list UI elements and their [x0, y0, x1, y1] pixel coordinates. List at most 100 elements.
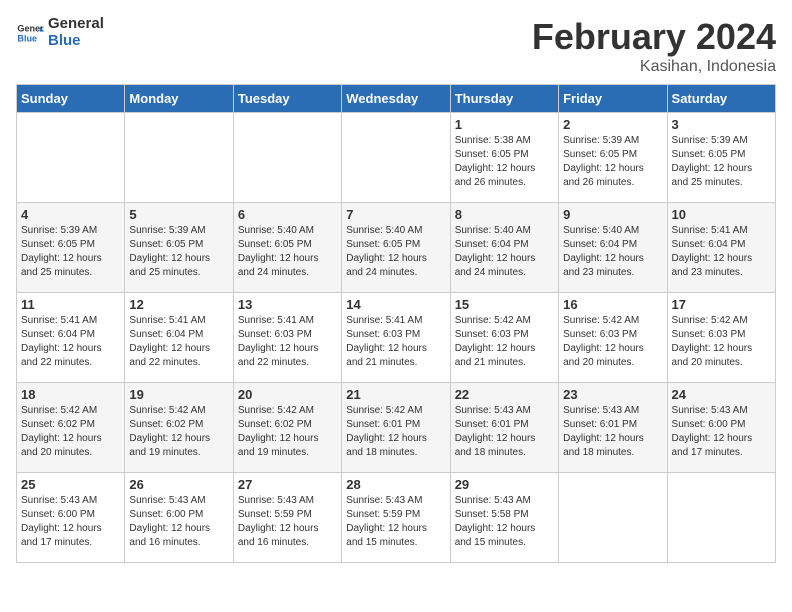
day-number: 26 [129, 477, 228, 492]
calendar-cell: 2Sunrise: 5:39 AM Sunset: 6:05 PM Daylig… [559, 113, 667, 203]
calendar-cell [233, 113, 341, 203]
day-number: 19 [129, 387, 228, 402]
day-info: Sunrise: 5:39 AM Sunset: 6:05 PM Dayligh… [21, 224, 120, 280]
day-info: Sunrise: 5:39 AM Sunset: 6:05 PM Dayligh… [129, 224, 228, 280]
day-info: Sunrise: 5:43 AM Sunset: 6:00 PM Dayligh… [672, 404, 771, 460]
day-info: Sunrise: 5:42 AM Sunset: 6:02 PM Dayligh… [21, 404, 120, 460]
calendar-cell: 15Sunrise: 5:42 AM Sunset: 6:03 PM Dayli… [450, 293, 558, 383]
calendar-cell: 10Sunrise: 5:41 AM Sunset: 6:04 PM Dayli… [667, 203, 775, 293]
day-number: 20 [238, 387, 337, 402]
calendar-cell: 27Sunrise: 5:43 AM Sunset: 5:59 PM Dayli… [233, 473, 341, 563]
weekday-header-wednesday: Wednesday [342, 85, 450, 113]
day-info: Sunrise: 5:43 AM Sunset: 6:01 PM Dayligh… [455, 404, 554, 460]
day-info: Sunrise: 5:43 AM Sunset: 6:00 PM Dayligh… [129, 494, 228, 550]
day-number: 3 [672, 117, 771, 132]
calendar-week-4: 18 Sunrise: 5:42 AM Sunset: 6:02 PM Dayli… [17, 383, 776, 473]
calendar-cell: 14Sunrise: 5:41 AM Sunset: 6:03 PM Dayli… [342, 293, 450, 383]
day-info: Sunrise: 5:39 AM Sunset: 6:05 PM Dayligh… [563, 134, 662, 190]
day-info: Sunrise: 5:40 AM Sunset: 6:04 PM Dayligh… [563, 224, 662, 280]
day-number: 11 [21, 297, 120, 312]
calendar-cell: 12 Sunrise: 5:41 AM Sunset: 6:04 PM Dayli… [125, 293, 233, 383]
day-number: 28 [346, 477, 445, 492]
calendar-cell: 26 Sunrise: 5:43 AM Sunset: 6:00 PM Dayli… [125, 473, 233, 563]
day-number: 7 [346, 207, 445, 222]
day-info: Sunrise: 5:40 AM Sunset: 6:05 PM Dayligh… [238, 224, 337, 280]
calendar-cell: 8 Sunrise: 5:40 AM Sunset: 6:04 PM Daylig… [450, 203, 558, 293]
logo: General Blue General Blue [16, 16, 104, 49]
calendar-week-5: 25Sunrise: 5:43 AM Sunset: 6:00 PM Dayli… [17, 473, 776, 563]
day-number: 24 [672, 387, 771, 402]
day-info: Sunrise: 5:41 AM Sunset: 6:04 PM Dayligh… [129, 314, 228, 370]
day-info: Sunrise: 5:42 AM Sunset: 6:02 PM Dayligh… [129, 404, 228, 460]
day-info: Sunrise: 5:40 AM Sunset: 6:05 PM Dayligh… [346, 224, 445, 280]
calendar-cell: 11 Sunrise: 5:41 AM Sunset: 6:04 PM Dayli… [17, 293, 125, 383]
weekday-header-sunday: Sunday [17, 85, 125, 113]
calendar-cell [559, 473, 667, 563]
weekday-header-tuesday: Tuesday [233, 85, 341, 113]
calendar-cell: 29Sunrise: 5:43 AM Sunset: 5:58 PM Dayli… [450, 473, 558, 563]
day-info: Sunrise: 5:43 AM Sunset: 5:59 PM Dayligh… [238, 494, 337, 550]
calendar-cell: 22Sunrise: 5:43 AM Sunset: 6:01 PM Dayli… [450, 383, 558, 473]
calendar-cell: 19 Sunrise: 5:42 AM Sunset: 6:02 PM Dayli… [125, 383, 233, 473]
day-info: Sunrise: 5:43 AM Sunset: 6:00 PM Dayligh… [21, 494, 120, 550]
day-info: Sunrise: 5:42 AM Sunset: 6:01 PM Dayligh… [346, 404, 445, 460]
calendar-cell: 16 Sunrise: 5:42 AM Sunset: 6:03 PM Dayli… [559, 293, 667, 383]
day-number: 21 [346, 387, 445, 402]
day-number: 16 [563, 297, 662, 312]
calendar-cell: 23 Sunrise: 5:43 AM Sunset: 6:01 PM Dayli… [559, 383, 667, 473]
day-info: Sunrise: 5:40 AM Sunset: 6:04 PM Dayligh… [455, 224, 554, 280]
logo-line2: Blue [48, 33, 104, 50]
day-info: Sunrise: 5:43 AM Sunset: 5:59 PM Dayligh… [346, 494, 445, 550]
calendar-cell: 9 Sunrise: 5:40 AM Sunset: 6:04 PM Daylig… [559, 203, 667, 293]
calendar-cell: 20 Sunrise: 5:42 AM Sunset: 6:02 PM Dayli… [233, 383, 341, 473]
logo-line1: General [48, 16, 104, 33]
calendar-header-row: SundayMondayTuesdayWednesdayThursdayFrid… [17, 85, 776, 113]
day-number: 9 [563, 207, 662, 222]
day-number: 13 [238, 297, 337, 312]
title-area: February 2024 Kasihan, Indonesia [532, 16, 776, 76]
calendar-cell: 5Sunrise: 5:39 AM Sunset: 6:05 PM Daylig… [125, 203, 233, 293]
calendar-cell: 18 Sunrise: 5:42 AM Sunset: 6:02 PM Dayli… [17, 383, 125, 473]
day-info: Sunrise: 5:38 AM Sunset: 6:05 PM Dayligh… [455, 134, 554, 190]
day-info: Sunrise: 5:41 AM Sunset: 6:04 PM Dayligh… [672, 224, 771, 280]
calendar-cell: 6Sunrise: 5:40 AM Sunset: 6:05 PM Daylig… [233, 203, 341, 293]
calendar-cell: 21 Sunrise: 5:42 AM Sunset: 6:01 PM Dayli… [342, 383, 450, 473]
day-number: 18 [21, 387, 120, 402]
day-info: Sunrise: 5:41 AM Sunset: 6:04 PM Dayligh… [21, 314, 120, 370]
day-info: Sunrise: 5:42 AM Sunset: 6:03 PM Dayligh… [563, 314, 662, 370]
weekday-header-friday: Friday [559, 85, 667, 113]
day-number: 23 [563, 387, 662, 402]
calendar-cell [667, 473, 775, 563]
month-year: February 2024 [532, 16, 776, 58]
calendar-week-2: 4 Sunrise: 5:39 AM Sunset: 6:05 PM Daylig… [17, 203, 776, 293]
calendar-week-1: 1 Sunrise: 5:38 AM Sunset: 6:05 PM Daylig… [17, 113, 776, 203]
day-info: Sunrise: 5:42 AM Sunset: 6:02 PM Dayligh… [238, 404, 337, 460]
day-info: Sunrise: 5:42 AM Sunset: 6:03 PM Dayligh… [455, 314, 554, 370]
calendar-cell: 1 Sunrise: 5:38 AM Sunset: 6:05 PM Daylig… [450, 113, 558, 203]
calendar-cell: 24 Sunrise: 5:43 AM Sunset: 6:00 PM Dayli… [667, 383, 775, 473]
calendar-cell [17, 113, 125, 203]
calendar-cell: 3 Sunrise: 5:39 AM Sunset: 6:05 PM Daylig… [667, 113, 775, 203]
weekday-header-monday: Monday [125, 85, 233, 113]
header: General Blue General Blue February 2024 … [16, 16, 776, 76]
day-info: Sunrise: 5:42 AM Sunset: 6:03 PM Dayligh… [672, 314, 771, 370]
svg-text:Blue: Blue [17, 33, 37, 43]
calendar-cell: 25Sunrise: 5:43 AM Sunset: 6:00 PM Dayli… [17, 473, 125, 563]
location: Kasihan, Indonesia [532, 58, 776, 76]
weekday-header-thursday: Thursday [450, 85, 558, 113]
day-number: 1 [455, 117, 554, 132]
day-info: Sunrise: 5:39 AM Sunset: 6:05 PM Dayligh… [672, 134, 771, 190]
calendar-cell: 4 Sunrise: 5:39 AM Sunset: 6:05 PM Daylig… [17, 203, 125, 293]
calendar-cell [125, 113, 233, 203]
day-number: 17 [672, 297, 771, 312]
calendar-table: SundayMondayTuesdayWednesdayThursdayFrid… [16, 84, 776, 563]
calendar-body: 1 Sunrise: 5:38 AM Sunset: 6:05 PM Daylig… [17, 113, 776, 563]
day-info: Sunrise: 5:43 AM Sunset: 6:01 PM Dayligh… [563, 404, 662, 460]
weekday-header-saturday: Saturday [667, 85, 775, 113]
calendar-cell: 17 Sunrise: 5:42 AM Sunset: 6:03 PM Dayli… [667, 293, 775, 383]
calendar-cell [342, 113, 450, 203]
day-number: 12 [129, 297, 228, 312]
day-number: 8 [455, 207, 554, 222]
calendar-cell: 7 Sunrise: 5:40 AM Sunset: 6:05 PM Daylig… [342, 203, 450, 293]
day-number: 4 [21, 207, 120, 222]
